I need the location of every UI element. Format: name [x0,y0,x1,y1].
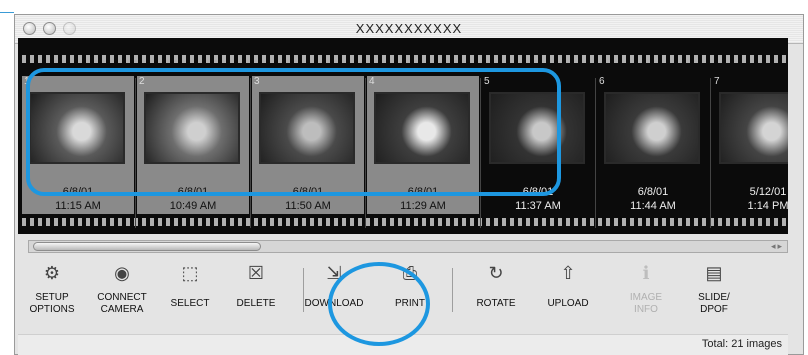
callout-line-top [0,12,14,13]
delete-icon: ☒ [247,263,265,283]
button-label: DELETE [236,298,276,309]
select-cursor-icon: ⬚ [181,263,199,283]
select-button[interactable]: ⬚ SELECT [153,258,227,334]
delete-button[interactable]: ☒ DELETE [219,258,293,334]
frame-time: 1:14 PM [747,200,788,212]
window-title: XXXXXXXXXXX [355,21,463,36]
frame-number: 7 [714,76,720,87]
frame-date: 5/12/01 [749,186,787,198]
film-sprockets-bottom [18,218,788,226]
toolbar-divider [452,268,453,312]
film-sprockets-top [18,55,788,63]
film-frame-7[interactable]: 7 5/12/01 1:14 PM [712,76,788,214]
button-label: ROTATE [476,298,516,309]
scrollbar-thumb[interactable] [33,242,261,251]
frame-number: 6 [599,76,605,87]
scroll-right-arrow-icon[interactable]: ▸ [777,241,784,251]
button-label: IMAGE [629,292,663,303]
upload-icon: ⇧ [560,263,576,283]
frame-time: 11:50 AM [285,200,331,212]
frame-time: 11:29 AM [400,200,446,212]
button-label: SLIDE/ [698,292,730,303]
upload-button[interactable]: ⇧ UPLOAD [531,258,605,334]
frame-thumbnail[interactable] [604,92,700,164]
scroll-arrows[interactable]: ◂▸ [771,241,784,252]
button-label: SELECT [170,298,210,309]
slide-button[interactable]: ▤ SLIDE/DPOF [677,258,751,334]
frame-date: 6/8/01 [637,186,669,198]
button-label: SETUP [35,292,69,303]
button-label: UPLOAD [547,298,589,309]
callout-highlight-download [328,262,430,346]
button-label-line2: OPTIONS [29,304,75,315]
imageinfo-button: ℹ IMAGE INFO [609,258,683,334]
frame-time: 11:15 AM [55,200,101,212]
setup-button[interactable]: ⚙ SETUP OPTIONS [15,258,89,334]
button-label-line2: INFO [634,304,658,315]
frame-separator [595,78,596,228]
setup-options-icon: ⚙ [43,263,61,283]
frame-time: 10:49 AM [169,200,217,212]
slide-dpof-icon: ▤ [705,263,723,283]
filmstrip-scrollbar[interactable]: ◂▸ [28,240,788,253]
image-info-icon: ℹ [642,263,650,283]
toolbar-divider [303,268,304,312]
button-label: CONNECT [97,292,147,303]
frame-separator [710,78,711,228]
image-count: Total: 21 images [701,338,782,350]
button-label-line2: DPOF [700,304,728,315]
callout-highlight-selection [26,68,561,196]
rotate-icon: ↻ [488,263,504,283]
frame-time: 11:37 AM [515,200,561,212]
frame-thumbnail[interactable] [719,92,788,164]
connect-button[interactable]: ◉ CONNECT CAMERA [85,258,159,334]
button-label-line2: CAMERA [100,304,144,315]
frame-time: 11:44 AM [630,200,676,212]
rotate-button[interactable]: ↻ ROTATE [459,258,533,334]
camera-icon: ◉ [114,263,130,283]
film-frame-6[interactable]: 6 6/8/01 11:44 AM [597,76,709,214]
